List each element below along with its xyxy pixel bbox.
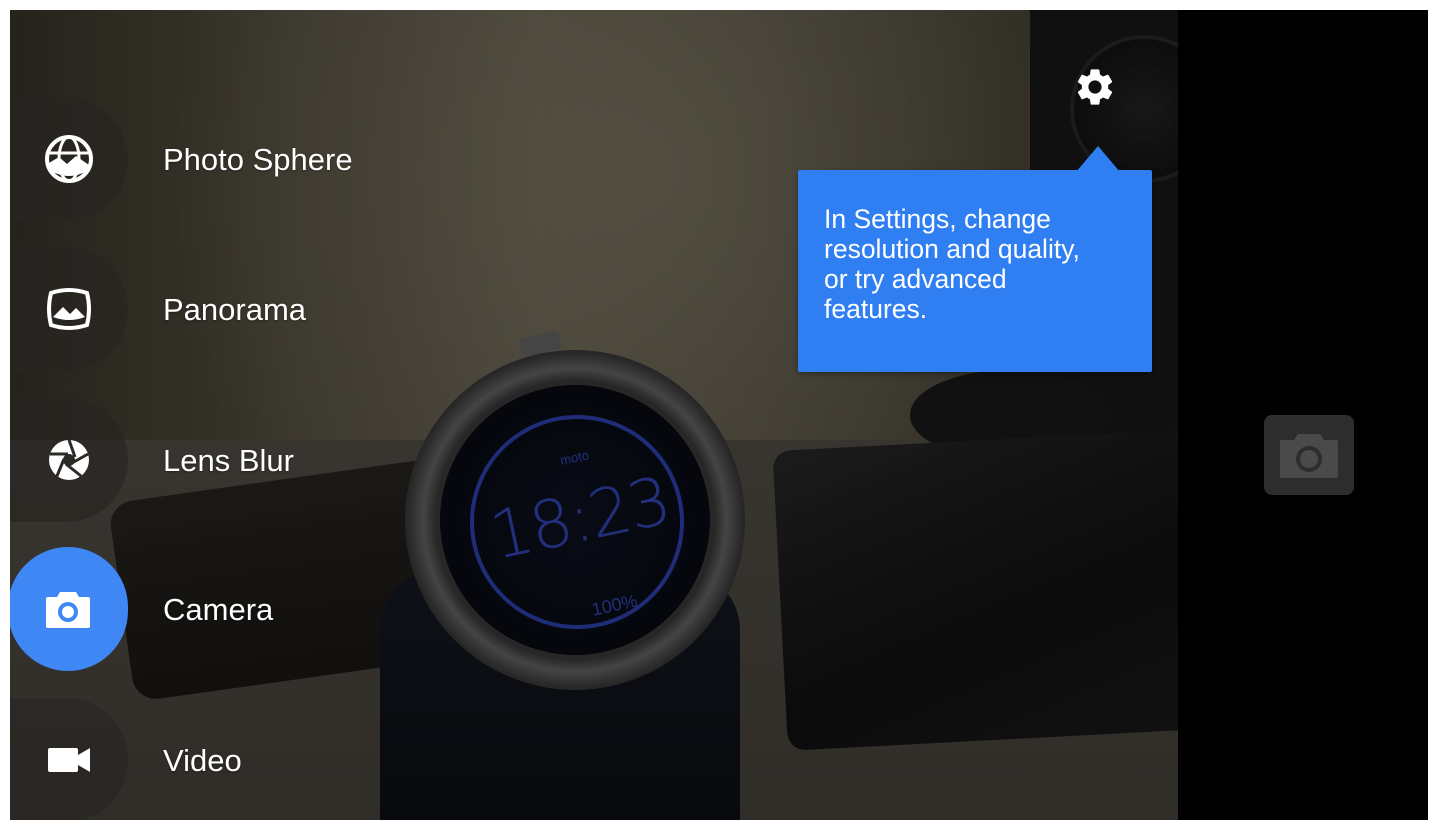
video-icon xyxy=(47,745,91,775)
mode-icon-circle xyxy=(10,547,128,671)
mode-label: Photo Sphere xyxy=(163,142,353,177)
camera-shutter-icon xyxy=(1278,430,1340,480)
tooltip-line: features. xyxy=(824,294,928,324)
mode-item-photo-sphere[interactable]: Photo Sphere xyxy=(10,97,610,221)
mode-label: Panorama xyxy=(163,292,307,327)
camera-icon xyxy=(45,589,91,629)
tooltip-line: In Settings, change xyxy=(824,204,1051,234)
mode-item-video[interactable]: Video xyxy=(10,698,610,820)
photo-sphere-icon xyxy=(43,133,95,185)
mode-item-lens-blur[interactable]: Lens Blur xyxy=(10,398,610,522)
gear-icon xyxy=(1073,65,1117,109)
tooltip-arrow xyxy=(1076,146,1120,172)
settings-tooltip[interactable]: In Settings, change resolution and quali… xyxy=(798,146,1152,372)
camera-app-window: moto 18:23 100% In Settings, change reso… xyxy=(10,10,1428,820)
mode-icon-circle xyxy=(10,247,128,371)
tooltip-line: resolution and quality, xyxy=(824,234,1080,264)
mode-icon-circle xyxy=(10,398,128,522)
tooltip-line: or try advanced xyxy=(824,264,1007,294)
mode-label: Lens Blur xyxy=(163,443,294,478)
shutter-button[interactable] xyxy=(1264,415,1354,495)
mode-item-panorama[interactable]: Panorama xyxy=(10,247,610,371)
panorama-icon xyxy=(43,283,95,335)
mode-item-camera[interactable]: Camera xyxy=(10,547,610,671)
settings-button[interactable] xyxy=(1070,62,1120,112)
mode-label: Video xyxy=(163,743,242,778)
mode-label: Camera xyxy=(163,592,274,627)
lens-blur-icon xyxy=(44,435,94,485)
mode-list: Photo Sphere Panorama Lens Blur Camera V… xyxy=(10,10,610,820)
mode-icon-circle xyxy=(10,698,128,820)
control-strip xyxy=(1178,10,1428,820)
mode-icon-circle xyxy=(10,97,128,221)
